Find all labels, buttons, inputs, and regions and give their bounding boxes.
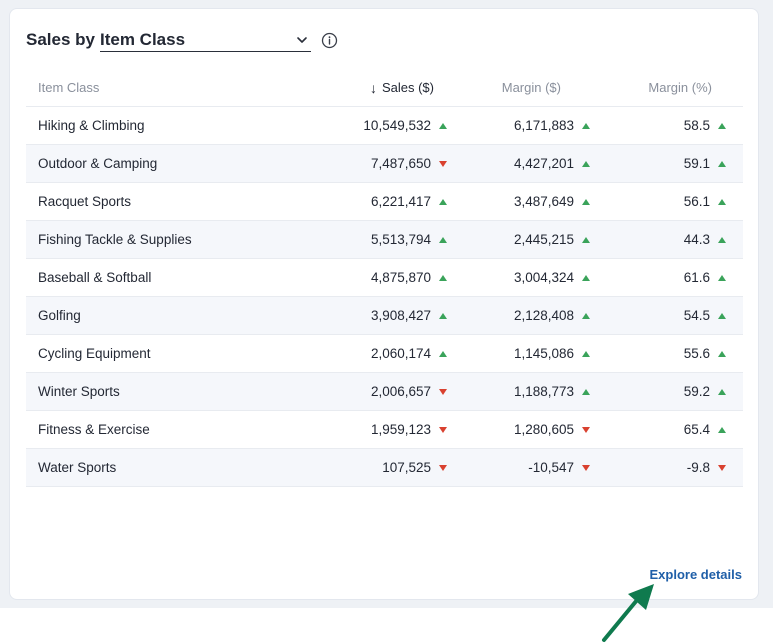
triangle-up-icon — [582, 312, 590, 319]
sales-card: Sales by Item Class Item Class ↓ Sales (… — [9, 8, 759, 600]
triangle-down-icon — [582, 426, 590, 433]
triangle-down-icon — [439, 426, 447, 433]
triangle-up-icon — [582, 122, 590, 129]
triangle-up-icon — [439, 198, 447, 205]
triangle-up-icon — [582, 388, 590, 395]
cell-margin: 3,487,649 — [451, 194, 594, 209]
annotation-arrow-icon — [602, 584, 654, 642]
table-row[interactable]: Outdoor & Camping 7,487,650 4,427,201 59.1 — [26, 145, 743, 183]
cell-item-class: Fishing Tackle & Supplies — [38, 232, 192, 247]
cell-margin-pct: -9.8 — [594, 460, 743, 475]
triangle-up-icon — [718, 274, 726, 281]
cell-sales: 2,006,657 — [286, 384, 451, 399]
triangle-up-icon — [718, 312, 726, 319]
dropdown-value: Item Class — [100, 29, 186, 49]
cell-margin-pct: 65.4 — [594, 422, 743, 437]
triangle-down-icon — [439, 388, 447, 395]
column-header-sales[interactable]: ↓ Sales ($) — [286, 80, 451, 96]
cell-sales: 6,221,417 — [286, 194, 451, 209]
triangle-up-icon — [718, 350, 726, 357]
cell-item-class: Racquet Sports — [38, 194, 132, 209]
triangle-up-icon — [439, 236, 447, 243]
triangle-down-icon — [439, 160, 447, 167]
triangle-up-icon — [439, 312, 447, 319]
triangle-up-icon — [718, 426, 726, 433]
cell-item-class: Baseball & Softball — [38, 270, 152, 285]
card-header: Sales by Item Class — [26, 27, 338, 53]
cell-margin: 6,171,883 — [451, 118, 594, 133]
cell-item-class: Water Sports — [38, 460, 117, 475]
cell-item-class: Cycling Equipment — [38, 346, 151, 361]
triangle-up-icon — [718, 160, 726, 167]
triangle-up-icon — [582, 160, 590, 167]
cell-margin: 1,188,773 — [451, 384, 594, 399]
cell-margin-pct: 59.1 — [594, 156, 743, 171]
table-row[interactable]: Hiking & Climbing 10,549,532 6,171,883 58.5 — [26, 107, 743, 145]
cell-sales: 3,908,427 — [286, 308, 451, 323]
cell-margin: 1,145,086 — [451, 346, 594, 361]
cell-sales: 5,513,794 — [286, 232, 451, 247]
triangle-up-icon — [582, 274, 590, 281]
cell-sales: 10,549,532 — [286, 118, 451, 133]
cell-margin: -10,547 — [451, 460, 594, 475]
cell-margin: 3,004,324 — [451, 270, 594, 285]
cell-sales: 7,487,650 — [286, 156, 451, 171]
triangle-down-icon — [718, 464, 726, 471]
cell-margin: 2,128,408 — [451, 308, 594, 323]
cell-margin-pct: 54.5 — [594, 308, 743, 323]
cell-margin: 1,280,605 — [451, 422, 594, 437]
item-class-dropdown[interactable]: Item Class — [100, 28, 311, 52]
triangle-up-icon — [582, 198, 590, 205]
cell-sales: 2,060,174 — [286, 346, 451, 361]
table-header: Item Class ↓ Sales ($) Margin ($) Margin… — [26, 69, 743, 107]
arrow-down-icon: ↓ — [369, 79, 377, 96]
table-row[interactable]: Water Sports 107,525 -10,547 -9.8 — [26, 449, 743, 487]
cell-item-class: Outdoor & Camping — [38, 156, 158, 171]
triangle-up-icon — [439, 274, 447, 281]
cell-margin-pct: 44.3 — [594, 232, 743, 247]
cell-item-class: Winter Sports — [38, 384, 120, 399]
triangle-up-icon — [439, 350, 447, 357]
cell-sales: 107,525 — [286, 460, 451, 475]
triangle-up-icon — [582, 350, 590, 357]
table-body: Hiking & Climbing 10,549,532 6,171,883 58.5… — [26, 107, 743, 487]
triangle-up-icon — [718, 236, 726, 243]
cell-margin: 4,427,201 — [451, 156, 594, 171]
sales-table: Item Class ↓ Sales ($) Margin ($) Margin… — [26, 69, 743, 487]
table-row[interactable]: Golfing 3,908,427 2,128,408 54.5 — [26, 297, 743, 335]
triangle-up-icon — [582, 236, 590, 243]
triangle-down-icon — [582, 464, 590, 471]
triangle-up-icon — [718, 198, 726, 205]
cell-item-class: Fitness & Exercise — [38, 422, 150, 437]
table-row[interactable]: Fitness & Exercise 1,959,123 1,280,605 65.4 — [26, 411, 743, 449]
cell-sales: 1,959,123 — [286, 422, 451, 437]
cell-margin-pct: 58.5 — [594, 118, 743, 133]
cell-sales: 4,875,870 — [286, 270, 451, 285]
triangle-up-icon — [718, 122, 726, 129]
cell-item-class: Hiking & Climbing — [38, 118, 145, 133]
triangle-down-icon — [439, 464, 447, 471]
explore-details-link[interactable]: Explore details — [650, 567, 742, 582]
table-row[interactable]: Cycling Equipment 2,060,174 1,145,086 55.6 — [26, 335, 743, 373]
cell-margin-pct: 55.6 — [594, 346, 743, 361]
triangle-up-icon — [718, 388, 726, 395]
column-header-margin-pct[interactable]: Margin (%) — [594, 80, 743, 95]
info-icon[interactable] — [321, 32, 338, 49]
table-row[interactable]: Fishing Tackle & Supplies 5,513,794 2,445,… — [26, 221, 743, 259]
triangle-up-icon — [439, 122, 447, 129]
chevron-down-icon — [297, 36, 307, 43]
table-row[interactable]: Racquet Sports 6,221,417 3,487,649 56.1 — [26, 183, 743, 221]
cell-margin-pct: 61.6 — [594, 270, 743, 285]
cell-margin-pct: 56.1 — [594, 194, 743, 209]
column-header-item-class[interactable]: Item Class — [26, 80, 286, 95]
column-header-margin[interactable]: Margin ($) — [451, 80, 594, 95]
table-row[interactable]: Winter Sports 2,006,657 1,188,773 59.2 — [26, 373, 743, 411]
cell-margin-pct: 59.2 — [594, 384, 743, 399]
table-row[interactable]: Baseball & Softball 4,875,870 3,004,324 61.… — [26, 259, 743, 297]
cell-margin: 2,445,215 — [451, 232, 594, 247]
card-title-prefix: Sales by — [26, 30, 95, 49]
cell-item-class: Golfing — [38, 308, 81, 323]
